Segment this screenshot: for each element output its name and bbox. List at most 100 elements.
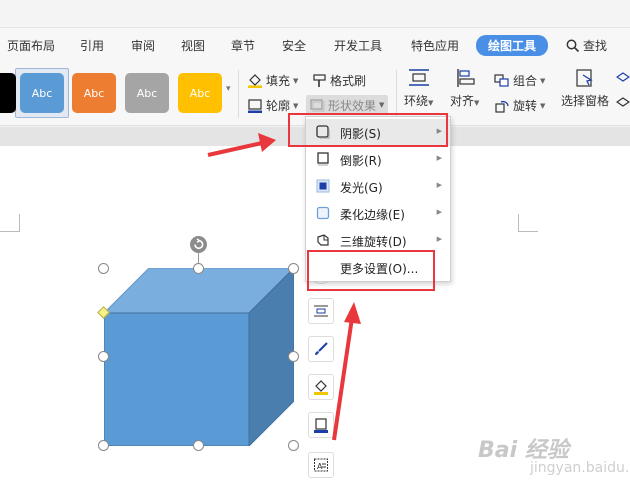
annotation-box-shadow — [288, 113, 448, 147]
align-icon — [457, 69, 475, 87]
group-label: 组合 — [513, 74, 538, 88]
rotate-handle[interactable] — [190, 236, 207, 253]
fill-button[interactable]: 填充 ▼ — [247, 72, 298, 89]
submenu-arrow-icon: ▶ — [436, 181, 442, 189]
rotate-label: 旋转 — [513, 99, 538, 113]
rotate-button[interactable]: 旋转 ▼ — [494, 97, 545, 114]
resize-handle-bottom[interactable] — [193, 440, 204, 451]
tab-review[interactable]: 审阅 — [131, 37, 155, 54]
brush-icon — [315, 342, 328, 355]
menu-item-soft-edges[interactable]: 柔化边缘(E) ▶ — [306, 200, 450, 227]
submenu-arrow-icon: ▶ — [436, 208, 442, 216]
resize-handle-right[interactable] — [288, 351, 299, 362]
selection-pane-button[interactable]: 选择窗格 — [561, 68, 609, 109]
tab-references[interactable]: 引用 — [80, 37, 104, 54]
glow-icon — [316, 179, 330, 193]
margin-corner-left — [0, 214, 20, 232]
menu-item-label: 发光(G) — [340, 181, 383, 195]
resize-handle-left[interactable] — [98, 351, 109, 362]
chevron-down-icon: ▼ — [379, 101, 385, 109]
chevron-down-icon: ▼ — [540, 76, 546, 85]
wrap-layout-icon — [314, 305, 328, 317]
rotate-icon — [495, 100, 509, 113]
fill-bucket-icon — [248, 73, 262, 88]
send-backward-icon — [616, 97, 630, 107]
title-strip — [0, 0, 630, 28]
chevron-down-icon: ▼ — [293, 101, 299, 110]
menu-item-label: 柔化边缘(E) — [340, 208, 405, 222]
fill-bucket-icon — [314, 380, 328, 395]
search-label: 查找 — [583, 39, 608, 53]
style-swatch-gold[interactable]: Abc — [178, 73, 222, 113]
text-box-icon: A — [314, 458, 328, 472]
chevron-down-icon: ▼ — [474, 99, 480, 107]
divider — [396, 70, 397, 118]
baidu-watermark-url: jingyan.baidu.com — [530, 460, 630, 476]
selection-pane-label: 选择窗格 — [561, 94, 610, 108]
group-button[interactable]: 组合 ▼ — [494, 72, 545, 89]
quick-outline-button[interactable] — [308, 412, 334, 438]
quick-fill-button[interactable] — [308, 374, 334, 400]
style-swatch-black[interactable] — [0, 73, 16, 113]
menu-item-reflection[interactable]: 倒影(R) ▶ — [306, 146, 450, 173]
text-wrap-icon — [408, 69, 429, 86]
resize-handle-bottom-right[interactable] — [288, 440, 299, 451]
submenu-arrow-icon: ▶ — [436, 235, 442, 243]
layer-down-button[interactable] — [616, 97, 630, 111]
resize-handle-top-left[interactable] — [98, 263, 109, 274]
layer-up-button[interactable] — [616, 72, 630, 86]
style-swatch-orange[interactable]: Abc — [72, 73, 116, 113]
rotate-arrow-icon — [194, 238, 204, 250]
chevron-down-icon: ▼ — [540, 101, 546, 110]
menu-item-glow[interactable]: 发光(G) ▶ — [306, 173, 450, 200]
outline-button[interactable]: 轮廓 ▼ — [247, 97, 298, 114]
menu-item-label: 倒影(R) — [340, 154, 382, 168]
format-brush-icon — [313, 73, 326, 87]
menu-item-label: 三维旋转(D) — [340, 235, 407, 249]
chevron-down-icon: ▼ — [293, 76, 299, 85]
cube-front-face — [104, 312, 250, 446]
ribbon-tab-bar: 页面布局 引用 审阅 视图 章节 安全 开发工具 特色应用 绘图工具 查找 — [0, 28, 630, 64]
selection-pane-icon — [576, 69, 593, 87]
resize-handle-top-right[interactable] — [288, 263, 299, 274]
shape-effects-button[interactable]: 形状效果 ▼ — [306, 95, 389, 115]
annotation-box-more-settings — [307, 250, 435, 291]
search-icon — [566, 39, 580, 52]
resize-handle-top[interactable] — [193, 263, 204, 274]
format-painter-label: 格式刷 — [330, 74, 367, 88]
tab-view[interactable]: 视图 — [181, 37, 205, 54]
tab-drawing-tools[interactable]: 绘图工具 — [476, 35, 549, 56]
align-label: 对齐 — [450, 94, 475, 108]
wrap-button[interactable]: 环绕▼ — [404, 68, 433, 109]
tab-developer-tools[interactable]: 开发工具 — [334, 37, 382, 54]
layout-options-button[interactable] — [308, 298, 334, 324]
shape-effects-label: 形状效果 — [328, 98, 377, 113]
resize-handle-bottom-left[interactable] — [98, 440, 109, 451]
tab-special-apps[interactable]: 特色应用 — [411, 37, 459, 54]
style-swatch-blue[interactable]: Abc — [20, 73, 64, 113]
submenu-arrow-icon: ▶ — [436, 154, 442, 162]
shape-effects-icon — [310, 98, 325, 111]
tab-security[interactable]: 安全 — [282, 37, 306, 54]
outline-icon — [248, 98, 262, 113]
divider — [238, 70, 239, 118]
format-painter-button[interactable]: 格式刷 — [311, 72, 366, 89]
group-icon — [494, 73, 509, 87]
bring-forward-icon — [616, 72, 630, 82]
styles-more-arrow[interactable]: ▾ — [226, 84, 231, 94]
fill-label: 填充 — [266, 74, 291, 88]
tab-page-layout[interactable]: 页面布局 — [7, 37, 55, 54]
search-button[interactable]: 查找 — [566, 37, 607, 54]
3d-rotation-icon — [317, 234, 329, 246]
reflection-icon — [317, 152, 329, 166]
align-button[interactable]: 对齐▼ — [450, 68, 479, 109]
cube-shape[interactable] — [104, 268, 294, 446]
tab-section[interactable]: 章节 — [231, 37, 255, 54]
text-box-button[interactable]: A — [308, 452, 334, 478]
outline-label: 轮廓 — [266, 99, 291, 113]
shape-style-button[interactable] — [308, 336, 334, 362]
outline-icon — [314, 418, 328, 433]
chevron-down-icon: ▼ — [428, 99, 434, 107]
wrap-label: 环绕 — [404, 94, 429, 108]
style-swatch-gray[interactable]: Abc — [125, 73, 169, 113]
